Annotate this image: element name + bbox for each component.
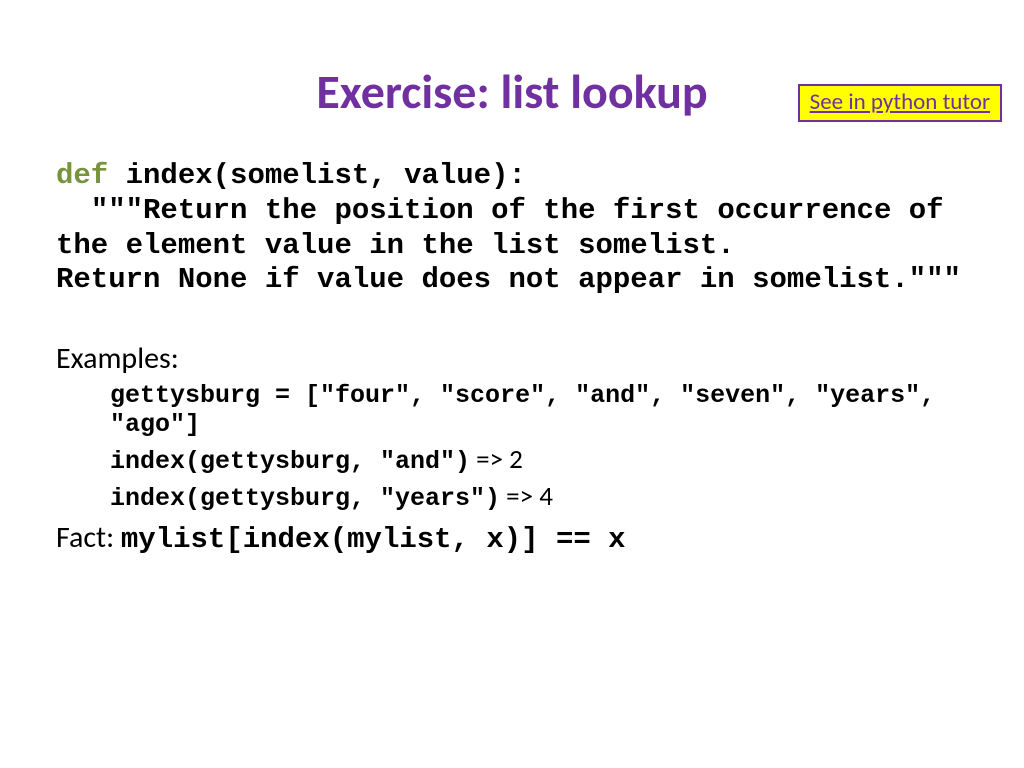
examples-section: Examples: gettysburg = ["four", "score",…: [56, 340, 968, 558]
examples-heading: Examples:: [56, 340, 968, 377]
function-signature: index(somelist, value):: [108, 159, 526, 192]
example3-arrow: =>: [500, 480, 539, 513]
example2-code: index(gettysburg, "and"): [110, 447, 470, 476]
example-line-2: index(gettysburg, "and") => 2: [110, 443, 968, 476]
example1-code: gettysburg = ["four", "score", "and", "s…: [110, 381, 935, 439]
example-line-1: gettysburg = ["four", "score", "and", "s…: [110, 381, 968, 439]
example-line-3: index(gettysburg, "years") => 4: [110, 480, 968, 513]
python-tutor-link[interactable]: See in python tutor: [798, 84, 1002, 122]
def-keyword: def: [56, 159, 108, 192]
fact-code: mylist[index(mylist, x)] == x: [121, 523, 626, 556]
example3-code: index(gettysburg, "years"): [110, 484, 500, 513]
fact-label: Fact:: [56, 519, 121, 556]
example2-arrow: =>: [470, 443, 509, 476]
code-block: def index(somelist, value): """Return th…: [56, 159, 968, 298]
fact-line: Fact: mylist[index(mylist, x)] == x: [56, 519, 968, 558]
example2-result: 2: [509, 443, 523, 476]
docstring: """Return the position of the first occu…: [56, 194, 961, 297]
example3-result: 4: [539, 480, 553, 513]
docstring-indent: [56, 194, 91, 227]
slide-content: def index(somelist, value): """Return th…: [56, 159, 968, 558]
